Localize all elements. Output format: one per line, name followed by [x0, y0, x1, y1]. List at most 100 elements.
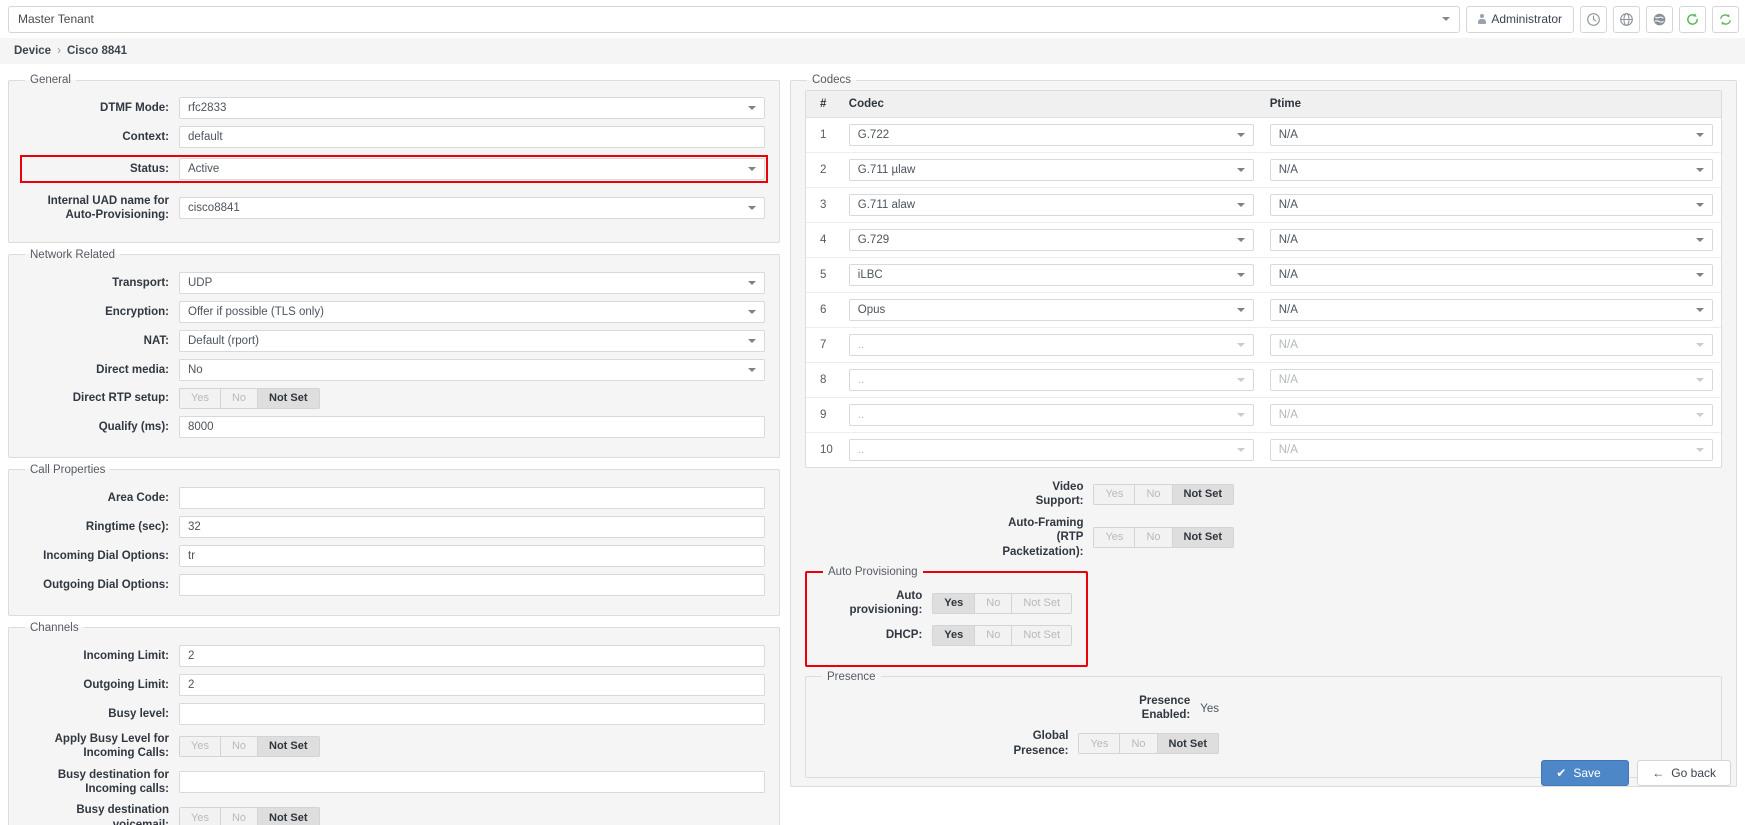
busy-destination-incoming-input[interactable] [179, 770, 765, 793]
auto-provisioning-option-no[interactable]: No [974, 592, 1012, 614]
ptime-select[interactable]: N/A [1269, 124, 1713, 146]
codec-select[interactable]: G.729 [848, 229, 1254, 251]
globe-icon-button[interactable] [1613, 5, 1640, 33]
codec-select[interactable]: Opus [848, 299, 1254, 321]
ringtime-input[interactable]: 32 [179, 515, 765, 538]
global-presence-option-notset[interactable]: Not Set [1156, 733, 1219, 755]
auto-provisioning-option-notset[interactable]: Not Set [1011, 592, 1072, 614]
codec-select[interactable]: iLBC [848, 264, 1254, 286]
ptime-select[interactable]: N/A [1269, 369, 1713, 391]
ptime-select[interactable]: N/A [1269, 404, 1713, 426]
internal-uad-label: Internal UAD name for Auto-Provisioning: [47, 195, 169, 222]
refresh-icon-button[interactable] [1679, 5, 1706, 33]
context-input[interactable]: default [179, 126, 765, 148]
codec-select[interactable]: .. [848, 439, 1254, 461]
incoming-limit-value: 2 [188, 649, 195, 662]
globe-dark-icon-button[interactable] [1646, 5, 1673, 33]
presence-legend: Presence [827, 670, 876, 683]
dhcp-option-yes[interactable]: Yes [932, 624, 975, 646]
codecs-header-codec: Codec [840, 91, 1262, 118]
ptime-select[interactable]: N/A [1269, 299, 1713, 321]
codec-select[interactable]: G.711 µlaw [848, 159, 1254, 181]
video-support-toggle[interactable]: Yes No Not Set [1093, 483, 1234, 505]
busy-destination-voicemail-option-notset[interactable]: Not Set [257, 807, 320, 825]
direct-media-select[interactable]: No [179, 358, 765, 381]
go-back-button[interactable]: ← Go back [1637, 760, 1731, 786]
left-column: General DTMF Mode: rfc2833 Context: defa… [8, 74, 780, 825]
chevron-down-icon [748, 338, 756, 343]
video-support-option-no[interactable]: No [1134, 483, 1172, 505]
direct-rtp-setup-option-yes[interactable]: Yes [179, 387, 220, 409]
area-code-label: Area Code: [107, 491, 169, 504]
video-support-option-yes[interactable]: Yes [1093, 483, 1135, 505]
apply-busy-level-toggle[interactable]: Yes No Not Set [179, 735, 320, 757]
breadcrumb-root[interactable]: Device [14, 45, 51, 57]
breadcrumb: Device › Cisco 8841 [0, 38, 1745, 64]
direct-rtp-setup-option-no[interactable]: No [219, 387, 258, 409]
apply-busy-level-option-yes[interactable]: Yes [179, 735, 220, 757]
apply-busy-level-option-no[interactable]: No [219, 735, 258, 757]
codec-select[interactable]: G.711 alaw [848, 194, 1254, 216]
auto-framing-toggle[interactable]: Yes No Not Set [1093, 526, 1234, 548]
ptime-select[interactable]: N/A [1269, 194, 1713, 216]
direct-rtp-setup-option-notset[interactable]: Not Set [257, 387, 320, 409]
dtmf-mode-select[interactable]: rfc2833 [179, 97, 765, 119]
codec-select[interactable]: G.722 [848, 124, 1254, 146]
status-select[interactable]: Active [179, 158, 765, 180]
chevron-down-icon [748, 206, 756, 211]
right-column: Codecs # Codec Ptime 1 G.722 N/A 2 G.711 µla… [790, 74, 1737, 788]
global-presence-option-no[interactable]: No [1119, 733, 1157, 755]
save-button[interactable]: ✔ Save [1541, 760, 1630, 786]
auto-provisioning-option-yes[interactable]: Yes [932, 592, 975, 614]
video-support-option-notset[interactable]: Not Set [1171, 483, 1234, 505]
transport-select[interactable]: UDP [179, 271, 765, 294]
busy-destination-voicemail-option-yes[interactable]: Yes [179, 807, 220, 825]
ptime-select[interactable]: N/A [1269, 264, 1713, 286]
ptime-select[interactable]: N/A [1269, 439, 1713, 461]
clock-icon-button[interactable] [1580, 5, 1607, 33]
ptime-cell: N/A [1261, 327, 1721, 363]
ptime-select[interactable]: N/A [1269, 334, 1713, 356]
codec-select[interactable]: .. [848, 334, 1254, 356]
check-icon: ✔ [1556, 766, 1567, 780]
outgoing-limit-row: Outgoing Limit: 2 [23, 673, 765, 696]
codec-select[interactable]: .. [848, 404, 1254, 426]
ptime-select[interactable]: N/A [1269, 159, 1713, 181]
dhcp-option-notset[interactable]: Not Set [1011, 624, 1072, 646]
outgoing-dial-options-input[interactable] [179, 573, 765, 596]
incoming-limit-input[interactable]: 2 [179, 644, 765, 667]
encryption-select[interactable]: Offer if possible (TLS only) [179, 300, 765, 323]
busy-destination-voicemail-option-no[interactable]: No [219, 807, 258, 825]
busy-destination-voicemail-toggle[interactable]: Yes No Not Set [179, 807, 320, 825]
global-presence-toggle[interactable]: Yes No Not Set [1078, 733, 1219, 755]
auto-framing-option-no[interactable]: No [1134, 526, 1172, 548]
tenant-select[interactable]: Master Tenant [8, 5, 1461, 33]
apply-busy-level-option-notset[interactable]: Not Set [257, 735, 320, 757]
outgoing-limit-input[interactable]: 2 [179, 673, 765, 696]
chevron-down-icon [1236, 378, 1245, 382]
dhcp-option-no[interactable]: No [974, 624, 1012, 646]
internal-uad-select[interactable]: cisco8841 [179, 197, 765, 220]
dtmf-mode-value: rfc2833 [188, 102, 227, 114]
administrator-button[interactable]: Administrator [1466, 5, 1574, 33]
direct-rtp-setup-row: Direct RTP setup: Yes No Not Set [23, 387, 765, 409]
encryption-row: Encryption: Offer if possible (TLS only) [23, 300, 765, 323]
nat-select[interactable]: Default (rport) [179, 329, 765, 352]
dhcp-toggle[interactable]: Yes No Not Set [932, 624, 1072, 646]
codec-row: 5 iLBC N/A [806, 257, 1721, 293]
area-code-input[interactable] [179, 486, 765, 509]
auto-framing-option-notset[interactable]: Not Set [1171, 526, 1234, 548]
direct-rtp-setup-toggle[interactable]: Yes No Not Set [179, 387, 320, 409]
qualify-input[interactable]: 8000 [179, 415, 765, 438]
global-presence-label: Global Presence: [1013, 730, 1069, 757]
busy-level-input[interactable] [179, 702, 765, 725]
incoming-dial-options-input[interactable]: tr [179, 544, 765, 567]
codec-select[interactable]: .. [848, 369, 1254, 391]
codec-cell: .. [840, 432, 1262, 467]
chevron-down-icon [1236, 133, 1245, 137]
global-presence-option-yes[interactable]: Yes [1078, 733, 1120, 755]
auto-provisioning-toggle[interactable]: Yes No Not Set [932, 592, 1072, 614]
auto-framing-option-yes[interactable]: Yes [1093, 526, 1135, 548]
ptime-select[interactable]: N/A [1269, 229, 1713, 251]
sync-icon-button[interactable] [1712, 5, 1739, 33]
